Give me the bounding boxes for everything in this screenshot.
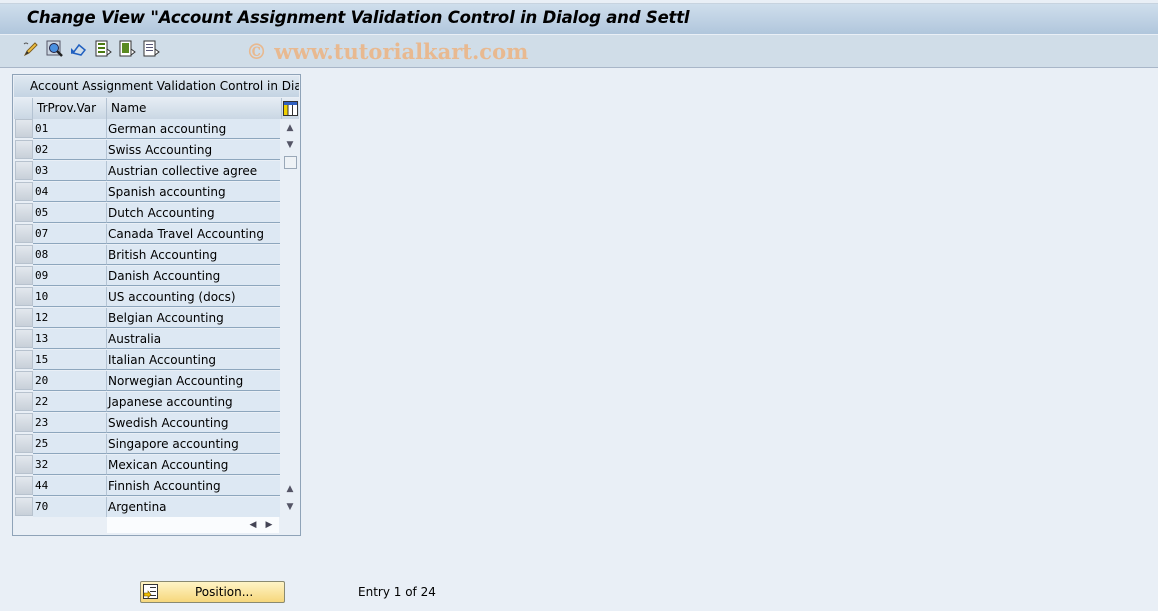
cell-name[interactable]: British Accounting — [107, 245, 280, 265]
scroll-up-button[interactable]: ▲ — [283, 121, 297, 135]
table-settings-icon — [283, 101, 298, 116]
cell-trprov-var[interactable]: 02 — [33, 140, 107, 160]
row-selector[interactable] — [15, 371, 33, 390]
cell-name[interactable]: Italian Accounting — [107, 350, 280, 370]
row-selector[interactable] — [15, 203, 33, 222]
cell-trprov-var[interactable]: 13 — [33, 329, 107, 349]
scroll-page-down-button[interactable]: ▼ — [283, 500, 297, 514]
cell-trprov-var[interactable]: 07 — [33, 224, 107, 244]
watermark: © www.tutorialkart.com — [246, 39, 529, 64]
cell-name[interactable]: Australia — [107, 329, 280, 349]
column-header-trprov-var[interactable]: TrProv.Var — [33, 98, 107, 119]
cell-trprov-var[interactable]: 44 — [33, 476, 107, 496]
select-all-icon[interactable] — [94, 40, 112, 58]
display-change-icon[interactable] — [46, 40, 64, 58]
row-selector[interactable] — [15, 182, 33, 201]
row-selector[interactable] — [15, 350, 33, 369]
cell-trprov-var[interactable]: 20 — [33, 371, 107, 391]
cell-name[interactable]: Swiss Accounting — [107, 140, 280, 160]
cell-trprov-var[interactable]: 22 — [33, 392, 107, 412]
cell-name[interactable]: Dutch Accounting — [107, 203, 280, 223]
row-selector[interactable] — [15, 413, 33, 432]
horizontal-scrollbar[interactable]: ◀ ▶ — [107, 517, 279, 533]
table-control: Account Assignment Validation Control in… — [12, 74, 301, 536]
cell-trprov-var[interactable]: 04 — [33, 182, 107, 202]
row-selector[interactable] — [15, 140, 33, 159]
cell-trprov-var[interactable]: 70 — [33, 497, 107, 517]
row-selector[interactable] — [15, 455, 33, 474]
position-button-label: Position... — [195, 585, 254, 599]
vertical-scrollbar[interactable]: ▲ ▼ ▲ ▼ — [282, 119, 299, 517]
undo-icon[interactable] — [70, 40, 88, 58]
row-selector[interactable] — [15, 329, 33, 348]
row-selector[interactable] — [15, 224, 33, 243]
cell-trprov-var[interactable]: 03 — [33, 161, 107, 181]
cell-trprov-var[interactable]: 12 — [33, 308, 107, 328]
cell-trprov-var[interactable]: 01 — [33, 119, 107, 139]
cell-name[interactable]: US accounting (docs) — [107, 287, 280, 307]
cell-name[interactable]: Argentina — [107, 497, 280, 517]
cell-name[interactable]: Belgian Accounting — [107, 308, 280, 328]
cell-name[interactable]: Finnish Accounting — [107, 476, 280, 496]
application-toolbar: © www.tutorialkart.com — [0, 35, 1158, 68]
row-selector[interactable] — [15, 497, 33, 516]
cell-name[interactable]: Austrian collective agree — [107, 161, 280, 181]
cell-name[interactable]: Swedish Accounting — [107, 413, 280, 433]
scroll-page-up-button[interactable]: ▲ — [283, 482, 297, 496]
select-block-icon[interactable] — [118, 40, 136, 58]
row-selector[interactable] — [15, 434, 33, 453]
cell-name[interactable]: Singapore accounting — [107, 434, 280, 454]
row-selector[interactable] — [15, 266, 33, 285]
table-settings-button[interactable] — [282, 98, 299, 119]
cell-trprov-var[interactable]: 10 — [33, 287, 107, 307]
cell-name[interactable]: German accounting — [107, 119, 280, 139]
cell-name[interactable]: Danish Accounting — [107, 266, 280, 286]
scroll-down-button[interactable]: ▼ — [283, 138, 297, 152]
scroll-right-button[interactable]: ▶ — [263, 518, 275, 532]
column-header-name[interactable]: Name — [107, 98, 282, 119]
row-selector[interactable] — [15, 161, 33, 180]
deselect-all-icon[interactable] — [142, 40, 160, 58]
page-title: Change View "Account Assignment Validati… — [27, 8, 690, 27]
cell-trprov-var[interactable]: 32 — [33, 455, 107, 475]
cell-trprov-var[interactable]: 08 — [33, 245, 107, 265]
row-selector[interactable] — [15, 245, 33, 264]
scroll-left-button[interactable]: ◀ — [247, 518, 259, 532]
position-button[interactable]: Position... — [140, 581, 285, 603]
scroll-thumb[interactable] — [284, 156, 297, 169]
row-selector[interactable] — [15, 392, 33, 411]
cell-trprov-var[interactable]: 25 — [33, 434, 107, 454]
row-selector[interactable] — [15, 119, 33, 138]
cell-trprov-var[interactable]: 23 — [33, 413, 107, 433]
row-selector[interactable] — [15, 308, 33, 327]
cell-name[interactable]: Japanese accounting — [107, 392, 280, 412]
entry-count: Entry 1 of 24 — [358, 585, 436, 599]
cell-trprov-var[interactable]: 05 — [33, 203, 107, 223]
select-all-rows-header[interactable] — [14, 98, 33, 119]
cell-name[interactable]: Canada Travel Accounting — [107, 224, 280, 244]
edit-pencil-icon[interactable] — [22, 40, 40, 58]
table-title: Account Assignment Validation Control in… — [14, 76, 299, 97]
position-icon — [143, 584, 158, 599]
row-selector[interactable] — [15, 476, 33, 495]
title-bar: Change View "Account Assignment Validati… — [0, 3, 1158, 34]
cell-trprov-var[interactable]: 09 — [33, 266, 107, 286]
cell-name[interactable]: Norwegian Accounting — [107, 371, 280, 391]
cell-name[interactable]: Mexican Accounting — [107, 455, 280, 475]
cell-name[interactable]: Spanish accounting — [107, 182, 280, 202]
row-selector[interactable] — [15, 287, 33, 306]
cell-trprov-var[interactable]: 15 — [33, 350, 107, 370]
